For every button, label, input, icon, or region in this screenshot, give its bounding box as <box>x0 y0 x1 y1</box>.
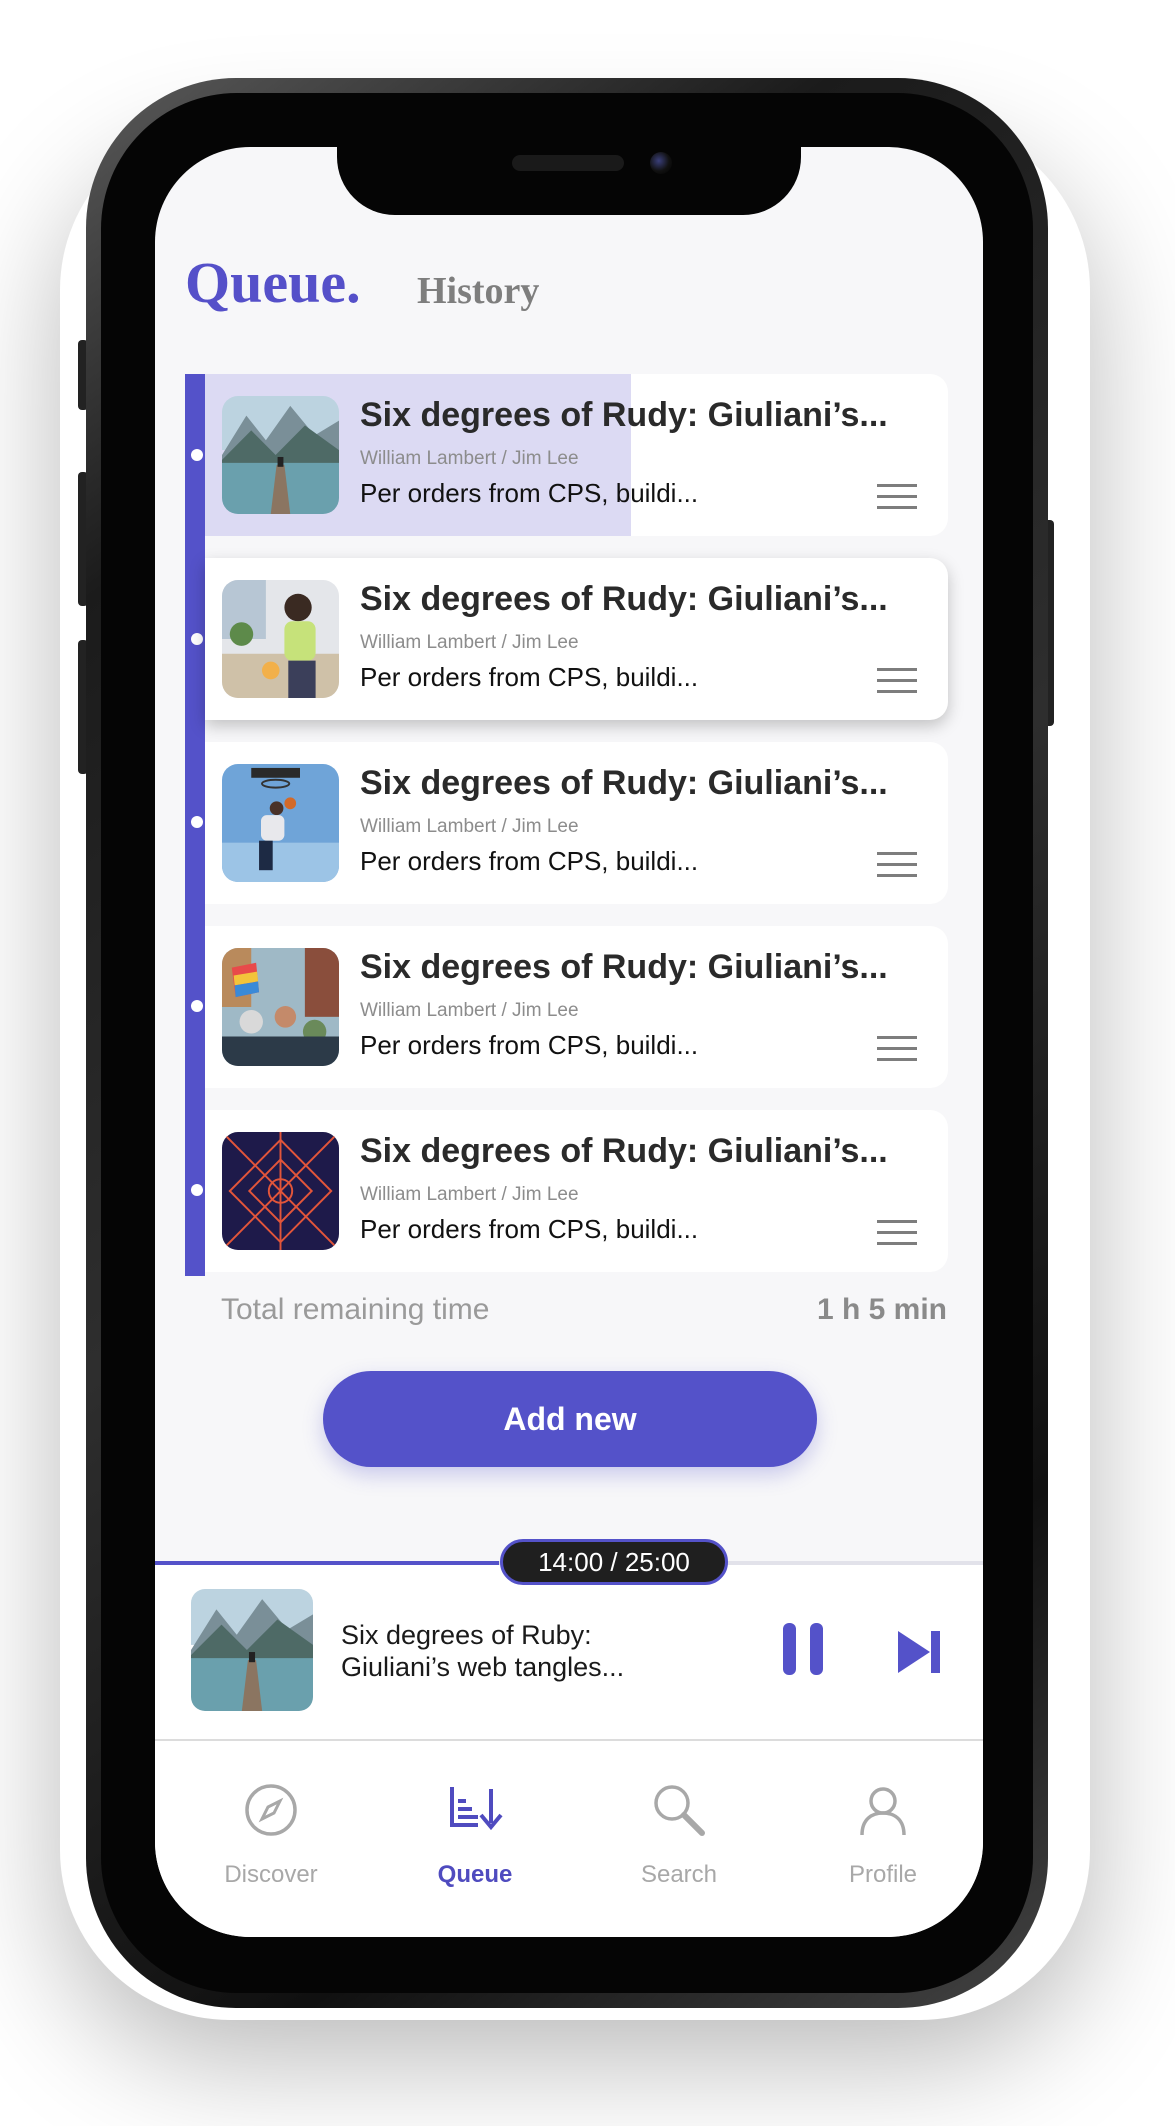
compass-icon <box>245 1784 297 1836</box>
item-description: Per orders from CPS, buildi... <box>360 1030 699 1060</box>
pause-icon[interactable] <box>783 1623 823 1675</box>
speaker-grille <box>512 155 624 171</box>
nav-item-queue[interactable]: Queue <box>395 1781 555 1889</box>
now-playing-title: Six degrees of Ruby: Giuliani’s web tang… <box>341 1620 625 1682</box>
drag-handle-icon[interactable] <box>877 484 917 510</box>
queue-item[interactable]: Six degrees of Rudy: Giuliani’s... Willi… <box>205 742 948 904</box>
tab-queue[interactable]: Queue. <box>185 249 361 316</box>
notch <box>337 147 801 215</box>
timeline-dot <box>191 1184 203 1196</box>
drag-handle-icon[interactable] <box>877 668 917 694</box>
add-new-button[interactable]: Add new <box>323 1371 817 1467</box>
app-screen: Queue. History Six degrees of Rudy: Giul… <box>155 147 983 1937</box>
queue-timeline <box>185 374 205 1276</box>
item-authors: William Lambert / Jim Lee <box>360 448 579 469</box>
timeline-dot <box>191 633 203 645</box>
nav-label-search: Search <box>640 1861 718 1888</box>
profile-icon <box>860 1787 906 1836</box>
nav-item-profile[interactable]: Profile <box>803 1781 963 1889</box>
nav-label-discover: Discover <box>224 1861 318 1888</box>
playback-time: 14:00 / 25:00 <box>500 1539 728 1585</box>
queue-item[interactable]: Six degrees of Rudy: Giuliani’s... Willi… <box>205 558 948 720</box>
queue-sort-icon <box>450 1787 503 1831</box>
drag-handle-icon[interactable] <box>877 852 917 878</box>
front-camera <box>650 152 672 174</box>
skip-next-icon[interactable] <box>898 1631 940 1673</box>
nav-item-search[interactable]: Search <box>599 1781 759 1889</box>
item-authors: William Lambert / Jim Lee <box>360 632 579 653</box>
total-remaining-label: Total remaining time <box>221 1293 490 1326</box>
drag-handle-icon[interactable] <box>877 1220 917 1246</box>
item-thumbnail <box>222 396 339 514</box>
item-thumbnail <box>222 948 339 1066</box>
queue-item[interactable]: Six degrees of Rudy: Giuliani’s... Willi… <box>205 1110 948 1272</box>
item-description: Per orders from CPS, buildi... <box>360 478 699 508</box>
total-remaining-value: 1 h 5 min <box>816 1293 947 1326</box>
timeline-dot <box>191 449 203 461</box>
bottom-navigation: Discover Queue Search Profile <box>155 1741 983 1937</box>
nav-item-discover[interactable]: Discover <box>191 1781 351 1889</box>
queue-item[interactable]: Six degrees of Rudy: Giuliani’s... Willi… <box>205 926 948 1088</box>
now-playing-thumbnail <box>191 1589 313 1711</box>
item-title: Six degrees of Rudy: Giuliani’s... <box>360 396 888 434</box>
nav-label-profile: Profile <box>848 1861 918 1888</box>
item-authors: William Lambert / Jim Lee <box>360 816 579 837</box>
item-authors: William Lambert / Jim Lee <box>360 1000 579 1021</box>
timeline-dot <box>191 816 203 828</box>
item-title: Six degrees of Rudy: Giuliani’s... <box>360 580 888 618</box>
item-title: Six degrees of Rudy: Giuliani’s... <box>360 948 888 986</box>
timeline-dot <box>191 1000 203 1012</box>
item-thumbnail <box>222 580 339 698</box>
now-playing-bar[interactable]: 14:00 / 25:00 Six degrees of Ruby: Giuli… <box>155 1539 983 1739</box>
item-title: Six degrees of Rudy: Giuliani’s... <box>360 1132 888 1170</box>
item-title: Six degrees of Rudy: Giuliani’s... <box>360 764 888 802</box>
drag-handle-icon[interactable] <box>877 1036 917 1062</box>
item-description: Per orders from CPS, buildi... <box>360 1214 699 1244</box>
nav-label-queue: Queue <box>437 1861 513 1888</box>
playback-progress[interactable] <box>155 1561 499 1565</box>
item-description: Per orders from CPS, buildi... <box>360 846 699 876</box>
tab-history[interactable]: History <box>417 269 539 313</box>
item-authors: William Lambert / Jim Lee <box>360 1184 579 1205</box>
item-thumbnail <box>222 1132 339 1250</box>
item-description: Per orders from CPS, buildi... <box>360 662 699 692</box>
item-thumbnail <box>222 764 339 882</box>
queue-item[interactable]: Six degrees of Rudy: Giuliani’s... Willi… <box>205 374 948 536</box>
search-icon <box>654 1785 705 1836</box>
